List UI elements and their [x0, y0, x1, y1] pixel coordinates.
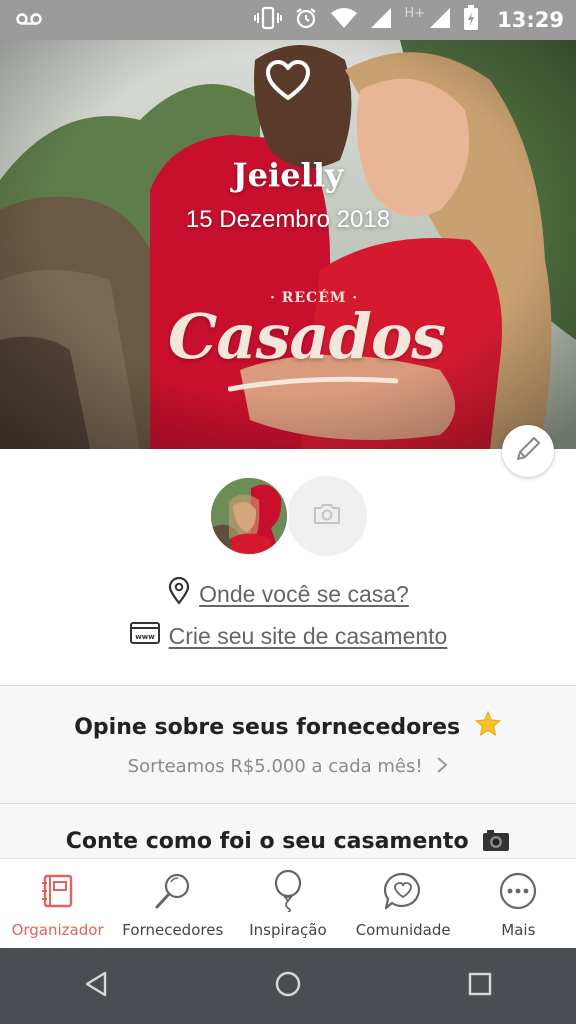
- home-circle-icon: [274, 970, 302, 1002]
- cover-photo: Jeielly 15 Dezembro 2018 · RECÉM · Casad…: [0, 40, 576, 449]
- svg-text:www: www: [135, 633, 155, 641]
- logo-casados: Casados: [168, 300, 446, 373]
- pencil-icon: [514, 435, 542, 467]
- review-card-subtitle: Sorteamos R$5.000 a cada mês!: [0, 756, 576, 779]
- review-card[interactable]: Opine sobre seus fornecedores Sorteamos …: [0, 686, 576, 803]
- planner-book-icon: [40, 869, 76, 913]
- system-navigation-bar: [0, 948, 576, 1024]
- wedding-date: 15 Dezembro 2018: [185, 206, 391, 233]
- couple-name: Jeielly: [232, 156, 344, 194]
- logo-underline: [228, 376, 398, 392]
- nav-label: Organizador: [11, 921, 104, 939]
- location-link[interactable]: Onde você se casa?: [0, 576, 576, 611]
- avatar[interactable]: [209, 476, 289, 556]
- heart-icon: [265, 60, 311, 106]
- network-type: H+: [404, 5, 426, 21]
- signal-icon: [370, 7, 392, 33]
- voicemail-icon: [16, 9, 42, 33]
- balloon-icon: [271, 869, 305, 913]
- chat-heart-icon: [383, 869, 423, 913]
- chevron-right-icon: [436, 756, 448, 779]
- recents-square-icon: [467, 971, 493, 1001]
- location-pin-icon: [167, 576, 191, 611]
- add-photo-button[interactable]: [287, 476, 367, 556]
- status-bar: H+ 13:29: [0, 0, 576, 40]
- edit-cover-button[interactable]: [502, 425, 554, 477]
- website-link[interactable]: www Crie seu site de casamento: [0, 621, 576, 651]
- nav-fornecedores[interactable]: Fornecedores: [115, 859, 230, 949]
- nav-organizador[interactable]: Organizador: [0, 859, 115, 949]
- camera-icon: [312, 502, 342, 530]
- nav-inspiracao[interactable]: Inspiração: [230, 859, 345, 949]
- recents-button[interactable]: [450, 956, 510, 1016]
- bottom-navigation: Organizador Fornecedores Inspiração Comu…: [0, 858, 576, 949]
- nav-label: Mais: [501, 921, 536, 939]
- nav-comunidade[interactable]: Comunidade: [346, 859, 461, 949]
- nav-label: Fornecedores: [122, 921, 224, 939]
- review-card-title: Opine sobre seus fornecedores: [0, 710, 576, 744]
- location-link-label[interactable]: Onde você se casa?: [199, 581, 409, 608]
- wedding-story-card[interactable]: Conte como foi o seu casamento: [0, 804, 576, 858]
- battery-icon: [463, 5, 479, 35]
- back-triangle-icon: [83, 970, 109, 1002]
- camera-emoji-icon: [482, 828, 510, 858]
- nav-mais[interactable]: Mais: [461, 859, 576, 949]
- vibrate-icon: [254, 6, 283, 34]
- back-button[interactable]: [66, 956, 126, 1016]
- star-icon: [474, 710, 502, 744]
- magnifier-icon: [153, 869, 193, 913]
- wifi-icon: [330, 7, 358, 33]
- alarm-icon: [294, 6, 318, 34]
- clock-time: 13:29: [497, 8, 564, 32]
- more-dots-icon: [498, 869, 538, 913]
- nav-label: Comunidade: [355, 921, 451, 939]
- website-link-label[interactable]: Crie seu site de casamento: [169, 623, 448, 650]
- story-card-title: Conte como foi o seu casamento: [0, 828, 576, 858]
- browser-www-icon: www: [129, 621, 161, 651]
- home-button[interactable]: [258, 956, 318, 1016]
- signal-icon: [429, 7, 451, 33]
- nav-label: Inspiração: [249, 921, 327, 939]
- avatar-group: [209, 476, 369, 556]
